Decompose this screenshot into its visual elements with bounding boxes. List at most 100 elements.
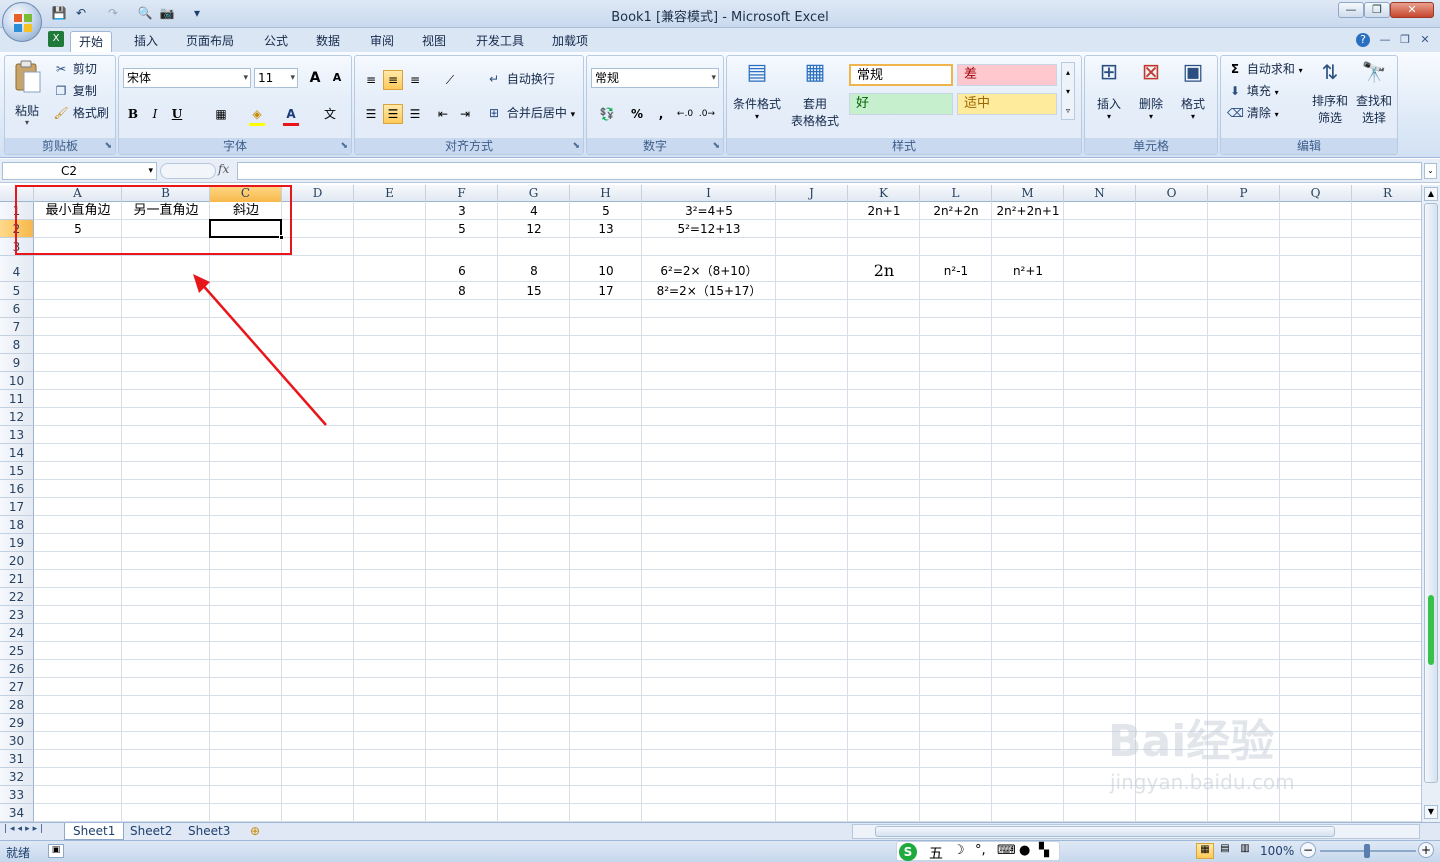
format-painter-button[interactable]: 🖌 格式刷 (53, 104, 115, 122)
office-button[interactable] (2, 2, 42, 42)
fill-button[interactable]: ⬇ 填充 ▾ (1227, 82, 1279, 100)
tab-developer[interactable]: 开发工具 (468, 31, 532, 52)
font-launcher-icon[interactable]: ⬊ (340, 141, 348, 151)
page-break-view-icon[interactable]: ▥ (1236, 843, 1254, 859)
font-name-combo[interactable]: 宋体 ▾ (123, 68, 251, 88)
horizontal-scrollbar[interactable] (852, 824, 1420, 839)
borders-button[interactable]: ▦ (211, 104, 231, 124)
decrease-indent-button[interactable]: ⇤ (433, 104, 453, 124)
sheet-tab-2[interactable]: Sheet2 (122, 823, 180, 840)
fill-color-button[interactable]: ◈ (247, 104, 267, 124)
align-left-button[interactable]: ☰ (361, 104, 381, 124)
orientation-button[interactable]: ⟋ (435, 70, 465, 90)
cut-button[interactable]: ✂ 剪切 (53, 60, 113, 78)
save-icon[interactable]: 💾 (50, 5, 68, 21)
insert-cells-button[interactable]: ⊞ 插入 ▾ (1089, 60, 1129, 130)
expand-formula-bar-button[interactable]: ⌄ (1424, 163, 1437, 179)
print-preview-icon[interactable]: 🔍 (136, 5, 154, 21)
copy-button[interactable]: ❐ 复制 (53, 82, 113, 100)
formula-input[interactable] (237, 162, 1422, 180)
align-right-button[interactable]: ☰ (405, 104, 425, 124)
align-top-button[interactable]: ≡ (361, 70, 381, 90)
align-center-button[interactable]: ☰ (383, 104, 403, 124)
zoom-in-button[interactable]: + (1418, 842, 1434, 858)
sheet-tab-1[interactable]: Sheet1 (64, 823, 125, 840)
comma-button[interactable]: , (651, 104, 671, 124)
style-normal[interactable]: 常规 (849, 64, 953, 86)
number-launcher-icon[interactable]: ⬊ (712, 141, 720, 151)
qat-customize-icon[interactable]: ▾ (188, 5, 206, 21)
format-cells-button[interactable]: ▣ 格式 ▾ (1173, 60, 1213, 130)
tab-addins[interactable]: 加载项 (544, 31, 596, 52)
tab-data[interactable]: 数据 (308, 31, 348, 52)
name-box[interactable]: C2 ▾ (2, 162, 157, 180)
insert-sheet-icon[interactable]: ⊕ (242, 823, 268, 840)
find-select-button[interactable]: 🔭 查找和 选择 (1353, 60, 1395, 130)
align-middle-button[interactable]: ≡ (383, 70, 403, 90)
delete-cells-button[interactable]: ⊠ 删除 ▾ (1131, 60, 1171, 130)
font-color-button[interactable]: A (281, 104, 301, 124)
tab-formulas[interactable]: 公式 (256, 31, 296, 52)
underline-button[interactable]: U (167, 104, 187, 124)
redo-icon[interactable]: ↷ (104, 5, 122, 21)
minimize-button[interactable]: — (1338, 2, 1364, 18)
undo-icon[interactable]: ↶ (72, 5, 90, 21)
ime-toolbar[interactable]: S 五 ☽ °, ⌨ ● ▚ (896, 841, 1060, 862)
formula-bar-splitter[interactable] (160, 163, 216, 179)
style-bad[interactable]: 差 (957, 64, 1057, 86)
italic-button[interactable]: I (145, 104, 165, 124)
styles-gallery-scroll[interactable]: ▴ ▾ ▿ (1061, 62, 1075, 120)
restore-button[interactable]: ❐ (1364, 2, 1390, 18)
close-button[interactable]: ✕ (1390, 2, 1434, 18)
bold-button[interactable]: B (123, 104, 143, 124)
ribbon-minimize-button[interactable]: — (1378, 33, 1392, 46)
ribbon-close-button[interactable]: ✕ (1418, 33, 1432, 46)
zoom-slider-thumb[interactable] (1364, 844, 1370, 858)
sheet-nav-arrows-icon[interactable]: |◂◂▸▸| (4, 824, 46, 834)
tab-view[interactable]: 视图 (414, 31, 454, 52)
macro-record-icon[interactable]: ▣ (48, 844, 64, 858)
scroll-up-button[interactable]: ▲ (1424, 187, 1438, 201)
merge-center-button[interactable]: ⊞ 合并后居中 ▾ (485, 104, 575, 124)
shrink-font-button[interactable]: A (327, 68, 347, 88)
vertical-scrollbar[interactable]: ▲ ▼ (1421, 185, 1440, 822)
page-layout-view-icon[interactable]: ▤ (1216, 843, 1234, 859)
normal-view-icon[interactable]: ▦ (1196, 843, 1214, 859)
paste-button[interactable]: 粘贴 ▾ (11, 60, 45, 127)
wrap-text-button[interactable]: ↵ 自动换行 (485, 70, 555, 90)
zoom-level[interactable]: 100% (1260, 844, 1294, 858)
conditional-format-button[interactable]: ▤ 条件格式 ▾ (731, 60, 783, 130)
phonetic-button[interactable]: 文 (315, 104, 345, 124)
tab-page-layout[interactable]: 页面布局 (178, 31, 242, 52)
increase-indent-button[interactable]: ⇥ (455, 104, 475, 124)
scroll-down-button[interactable]: ▼ (1424, 805, 1438, 819)
zoom-out-button[interactable]: − (1300, 842, 1316, 858)
increase-decimal-button[interactable]: ←.0 (675, 104, 695, 124)
worksheet-grid[interactable]: ABCDEFGHIJKLMNOPQR 1 2 3 4 5 6 7 8 9 10 11 12 13 14 15… (0, 185, 1421, 822)
decrease-decimal-button[interactable]: .0→ (697, 104, 717, 124)
accounting-format-button[interactable]: 💱 (593, 104, 621, 124)
tab-home[interactable]: 开始 (70, 31, 113, 52)
format-as-table-button[interactable]: ▦ 套用 表格格式 (785, 60, 845, 130)
align-bottom-button[interactable]: ≡ (405, 70, 425, 90)
style-neutral[interactable]: 适中 (957, 93, 1057, 115)
clipboard-launcher-icon[interactable]: ⬊ (104, 141, 112, 151)
alignment-launcher-icon[interactable]: ⬊ (572, 141, 580, 151)
sort-filter-button[interactable]: ⇅ 排序和 筛选 (1309, 60, 1351, 130)
help-icon[interactable]: ? (1356, 33, 1370, 47)
scroll-thumb[interactable] (1424, 203, 1438, 783)
grow-font-button[interactable]: A (305, 68, 325, 88)
tab-review[interactable]: 审阅 (362, 31, 402, 52)
tab-insert[interactable]: 插入 (126, 31, 166, 52)
insert-function-button[interactable]: fx (218, 162, 229, 176)
ribbon-restore-button[interactable]: ❐ (1398, 33, 1412, 46)
style-good[interactable]: 好 (849, 93, 953, 115)
sheet-tab-3[interactable]: Sheet3 (180, 823, 238, 840)
number-format-combo[interactable]: 常规 ▾ (591, 68, 719, 88)
clear-button[interactable]: ⌫ 清除 ▾ (1227, 104, 1279, 122)
font-size-combo[interactable]: 11 ▾ (254, 68, 298, 88)
camera-icon[interactable]: 📷 (158, 5, 176, 21)
horizontal-scroll-thumb[interactable] (875, 826, 1335, 837)
percent-button[interactable]: % (627, 104, 647, 124)
autosum-button[interactable]: Σ 自动求和 ▾ (1227, 60, 1303, 78)
